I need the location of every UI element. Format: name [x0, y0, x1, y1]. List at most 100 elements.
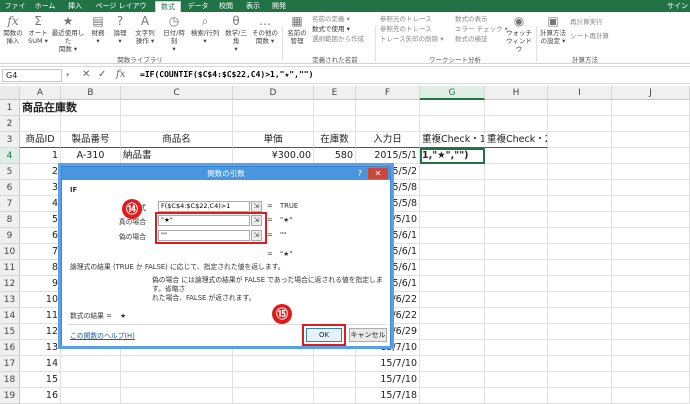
table-cell-duplicate-check[interactable]: 1,"★",""): [420, 148, 485, 164]
grid-cell[interactable]: [121, 116, 233, 132]
grid-cell[interactable]: [485, 292, 548, 308]
grid-cell[interactable]: [612, 212, 690, 228]
table-cell-duplicate-check[interactable]: [420, 212, 485, 228]
grid-cell[interactable]: [548, 212, 612, 228]
table-cell-id[interactable]: 10: [20, 292, 61, 308]
grid-cell[interactable]: [612, 356, 690, 372]
grid-cell[interactable]: [485, 372, 548, 388]
grid-cell[interactable]: [612, 260, 690, 276]
table-cell-date[interactable]: 15/7/10: [356, 372, 420, 388]
column-header-c[interactable]: C: [121, 86, 233, 100]
table-cell-id[interactable]: 4: [20, 196, 61, 212]
grid-cell[interactable]: [485, 308, 548, 324]
table-cell-price[interactable]: [233, 372, 314, 388]
grid-cell[interactable]: [420, 116, 485, 132]
grid-cell[interactable]: [485, 356, 548, 372]
table-cell-name[interactable]: 納品書: [121, 148, 233, 164]
create-from-selection-button[interactable]: 選択範囲から作成: [312, 35, 364, 44]
table-cell-duplicate-check[interactable]: [420, 260, 485, 276]
row-header[interactable]: 10: [0, 244, 20, 260]
table-header[interactable]: 商品名: [121, 132, 233, 148]
grid-cell[interactable]: [548, 292, 612, 308]
math-trig-button[interactable]: θ 数学/三角 ▾: [222, 14, 250, 53]
row-header[interactable]: 9: [0, 228, 20, 244]
row-header[interactable]: 13: [0, 292, 20, 308]
grid-cell[interactable]: [612, 276, 690, 292]
table-header[interactable]: 重複Check・1: [420, 132, 485, 148]
table-cell-duplicate-check[interactable]: [420, 228, 485, 244]
table-cell-duplicate-check[interactable]: [420, 324, 485, 340]
grid-cell[interactable]: [548, 132, 612, 148]
tab-page-layout[interactable]: ページ レイアウト: [92, 1, 150, 21]
grid-cell[interactable]: [356, 116, 420, 132]
column-header-h[interactable]: H: [485, 86, 548, 100]
row-header[interactable]: 16: [0, 340, 20, 356]
row-header[interactable]: 4: [0, 148, 20, 164]
table-cell-qty[interactable]: [314, 372, 356, 388]
grid-cell[interactable]: [612, 292, 690, 308]
row-header[interactable]: 7: [0, 196, 20, 212]
table-cell-id[interactable]: 11: [20, 308, 61, 324]
logical-test-input[interactable]: F($C$4:$C$22,C4)>1: [158, 201, 250, 212]
table-cell-duplicate-check[interactable]: [420, 196, 485, 212]
tab-insert[interactable]: 挿入: [62, 1, 88, 12]
row-header[interactable]: 17: [0, 356, 20, 372]
table-cell-duplicate-check[interactable]: [420, 180, 485, 196]
financial-button[interactable]: ▤ 財務 ▾: [88, 14, 108, 45]
grid-cell[interactable]: [548, 276, 612, 292]
lookup-button[interactable]: ⌕ 検索/行列 ▾: [190, 14, 220, 45]
column-header-f[interactable]: F: [356, 86, 420, 100]
table-cell-qty[interactable]: 580: [314, 148, 356, 164]
row-header[interactable]: 2: [0, 116, 20, 132]
row-header[interactable]: 8: [0, 212, 20, 228]
grid-cell[interactable]: [485, 116, 548, 132]
grid-cell[interactable]: [612, 148, 690, 164]
row-header[interactable]: 14: [0, 308, 20, 324]
table-cell-id[interactable]: 5: [20, 212, 61, 228]
table-cell-duplicate-check[interactable]: [420, 340, 485, 356]
sheet-title[interactable]: 商品在庫数: [20, 100, 220, 116]
remove-arrows-button[interactable]: トレース矢印の削除 ▾: [380, 35, 444, 44]
grid-cell[interactable]: [485, 244, 548, 260]
column-header-g[interactable]: G: [420, 86, 485, 100]
row-header[interactable]: 5: [0, 164, 20, 180]
name-manager-button[interactable]: ▦ 名前の 管理: [285, 14, 309, 45]
grid-cell[interactable]: [548, 308, 612, 324]
grid-cell[interactable]: [612, 372, 690, 388]
grid-cell[interactable]: [612, 116, 690, 132]
grid-cell[interactable]: [314, 100, 356, 116]
table-header[interactable]: 重複Check・2: [485, 132, 548, 148]
grid-cell[interactable]: [485, 164, 548, 180]
grid-cell[interactable]: [233, 116, 314, 132]
close-icon[interactable]: ✕: [368, 168, 388, 179]
row-header[interactable]: 18: [0, 372, 20, 388]
table-header[interactable]: 入力日: [356, 132, 420, 148]
grid-cell[interactable]: [548, 228, 612, 244]
table-cell-price[interactable]: [233, 356, 314, 372]
grid-cell[interactable]: [612, 100, 690, 116]
grid-cell[interactable]: [612, 340, 690, 356]
grid-cell[interactable]: [548, 164, 612, 180]
use-in-formula-button[interactable]: 数式で使用 ▾: [312, 25, 350, 34]
table-cell-qty[interactable]: [314, 356, 356, 372]
grid-cell[interactable]: [61, 116, 121, 132]
tab-view[interactable]: 表示: [242, 1, 264, 12]
table-cell-date[interactable]: 2015/5/1: [356, 148, 420, 164]
row-header[interactable]: 1: [0, 100, 20, 116]
row-header[interactable]: 11: [0, 260, 20, 276]
cancel-icon[interactable]: ✕: [82, 69, 90, 80]
trace-dependents-button[interactable]: 参照先のトレース: [380, 25, 432, 34]
column-header-i[interactable]: I: [548, 86, 612, 100]
table-cell-id[interactable]: 8: [20, 260, 61, 276]
table-cell-id[interactable]: 14: [20, 356, 61, 372]
table-cell-duplicate-check[interactable]: [420, 372, 485, 388]
grid-cell[interactable]: [612, 132, 690, 148]
formula-input[interactable]: =IF(COUNTIF($C$4:$C$22,C4)>1,"★",""): [140, 70, 313, 79]
grid-cell[interactable]: [548, 116, 612, 132]
collapse-dialog-icon[interactable]: ⇲: [251, 201, 262, 212]
select-all-corner[interactable]: [0, 86, 20, 100]
watch-window-button[interactable]: ◉ ウォッチ ウィンドウ: [505, 14, 533, 53]
insert-function-button[interactable]: fx 関数の 挿入: [2, 14, 24, 45]
grid-cell[interactable]: [485, 148, 548, 164]
autosum-button[interactable]: Σ オート SUM ▾: [27, 14, 49, 45]
